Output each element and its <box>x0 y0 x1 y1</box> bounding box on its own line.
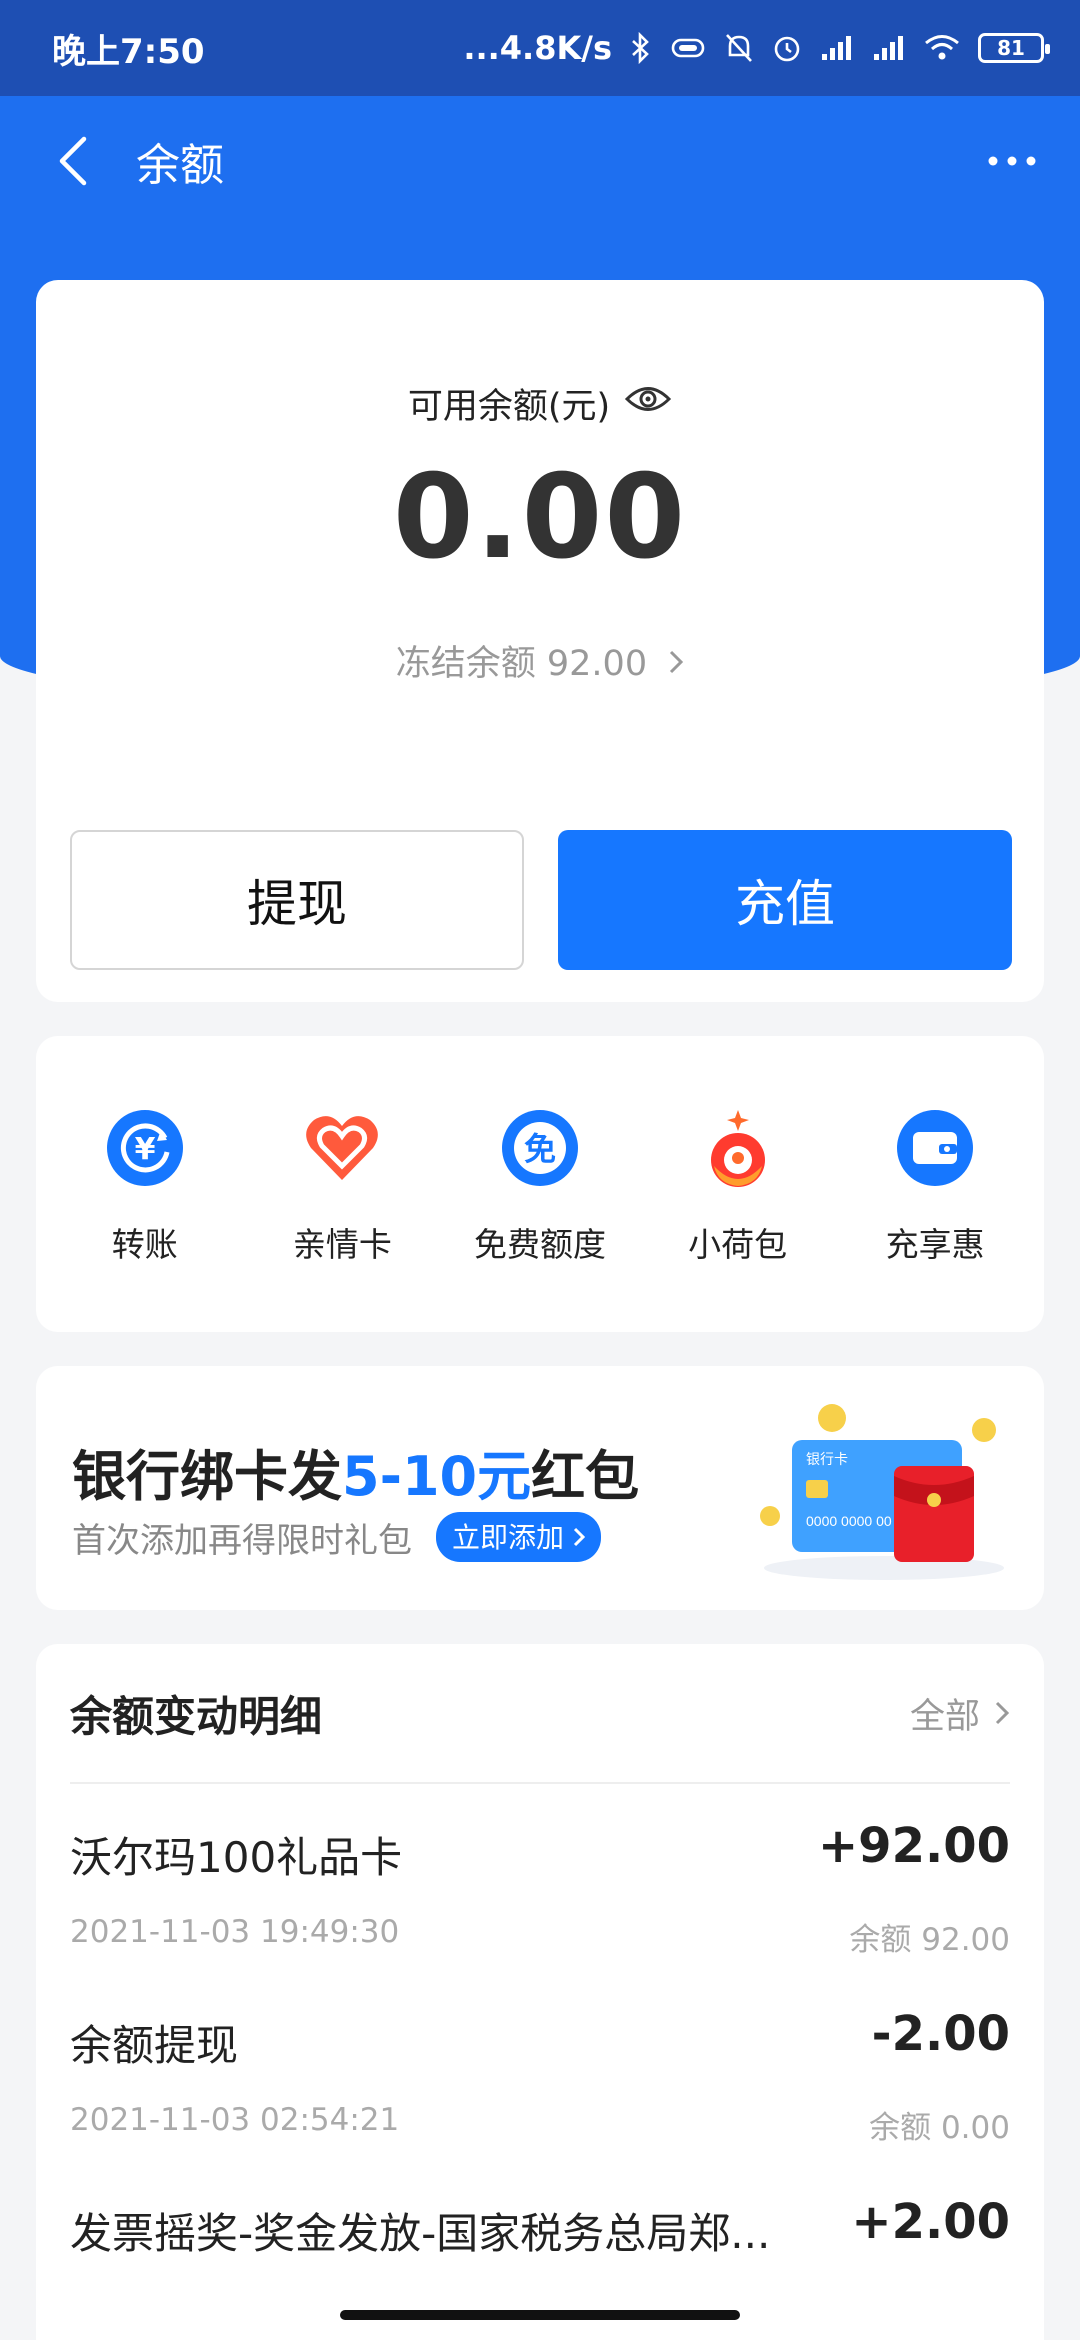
more-button[interactable] <box>972 121 1052 201</box>
transfer-icon: ¥ <box>105 1108 185 1188</box>
status-time: 晚上7:50 <box>52 31 205 72</box>
back-button[interactable] <box>28 116 118 206</box>
status-bar: 晚上7:50 ...4.8K/s 81 <box>0 0 1080 96</box>
battery-icon: 81 <box>978 33 1050 63</box>
balance-label-row: 可用余额(元) <box>36 378 1044 429</box>
promo-title: 银行绑卡发5-10元红包 <box>72 1432 639 1511</box>
signal-hd-icon <box>872 34 906 62</box>
balance-amount: 0.00 <box>392 450 688 585</box>
chevron-right-icon <box>995 1701 1010 1725</box>
status-icons: ...4.8K/s 81 <box>463 29 1050 67</box>
promo-subtitle: 首次添加再得限时礼包 <box>72 1520 412 1561</box>
withdraw-button[interactable]: 提现 <box>70 830 524 970</box>
bluetooth-icon <box>630 32 652 64</box>
promo-title-suffix: 红包 <box>531 1445 640 1508</box>
transaction-amount: +92.00 <box>817 1818 1010 1874</box>
pouch-icon <box>698 1108 778 1188</box>
service-label: 转账 <box>111 1225 178 1264</box>
recharge-button[interactable]: 充值 <box>558 830 1012 970</box>
free-icon: 免 <box>500 1108 580 1188</box>
transaction-name: 余额提现 <box>70 2021 239 2070</box>
service-label: 小荷包 <box>688 1225 788 1264</box>
svg-text:¥: ¥ <box>134 1132 155 1167</box>
promo-add-button[interactable]: 立即添加 <box>436 1512 601 1562</box>
service-label: 免费额度 <box>473 1225 606 1264</box>
transaction-amount: -2.00 <box>871 2006 1010 2062</box>
chevron-left-icon <box>59 136 87 186</box>
details-all-link[interactable]: 全部 <box>910 1688 1010 1739</box>
transaction-name: 沃尔玛100礼品卡 <box>70 1833 403 1882</box>
chevron-right-icon <box>668 644 684 684</box>
service-label: 充享惠 <box>885 1225 985 1264</box>
balance-card: 可用余额(元) 0.00 冻结余额 92.00 提现 充值 <box>36 280 1044 1002</box>
alarm-icon <box>772 32 802 64</box>
signal-icon <box>820 34 854 62</box>
chevron-right-icon <box>573 1527 586 1547</box>
svg-text:免: 免 <box>524 1130 556 1168</box>
transaction-time: 2021-11-03 02:54:21 <box>70 2102 400 2138</box>
home-indicator[interactable] <box>340 2310 740 2320</box>
transaction-time: 2021-11-03 19:49:30 <box>70 1914 400 1950</box>
frozen-balance-link[interactable]: 冻结余额 92.00 <box>36 635 1044 686</box>
eye-icon[interactable] <box>624 382 672 425</box>
details-title: 余额变动明细 <box>70 1691 323 1741</box>
card-label: 银行卡 <box>806 1451 848 1467</box>
network-speed: ...4.8K/s <box>463 29 612 67</box>
service-recharge-benefit[interactable]: 充享惠 <box>840 1036 1030 1332</box>
promo-banner[interactable]: 银行绑卡发5-10元红包 首次添加再得限时礼包 立即添加 银行卡 0000 00… <box>36 1366 1044 1610</box>
nav-bar: 余额 <box>0 96 1080 226</box>
details-all-label: 全部 <box>909 1696 980 1737</box>
transaction-row[interactable]: 沃尔玛100礼品卡 +92.00 2021-11-03 19:49:30 余额 … <box>70 1794 1010 1984</box>
service-transfer[interactable]: ¥ 转账 <box>50 1036 240 1332</box>
page-title: 余额 <box>136 140 224 191</box>
transaction-name: 发票摇奖-奖金发放-国家税务总局郑... <box>70 2209 771 2258</box>
balance-details-card: 余额变动明细 全部 沃尔玛100礼品卡 +92.00 2021-11-03 19… <box>36 1644 1044 2340</box>
balance-label: 可用余额(元) <box>407 387 611 427</box>
heart-icon <box>302 1108 382 1188</box>
promo-add-label: 立即添加 <box>452 1521 565 1554</box>
transaction-balance: 余额 0.00 <box>869 2110 1010 2146</box>
promo-title-highlight: 5-10元 <box>342 1445 532 1508</box>
service-family-card[interactable]: 亲情卡 <box>247 1036 437 1332</box>
service-label: 亲情卡 <box>292 1225 392 1264</box>
bank-card-illustration: 银行卡 0000 0000 00 <box>734 1396 1014 1586</box>
card-number: 0000 0000 00 <box>806 1513 892 1529</box>
service-free-quota[interactable]: 免 免费额度 <box>445 1036 635 1332</box>
more-icon <box>988 156 1036 166</box>
frozen-balance-text: 冻结余额 92.00 <box>395 644 648 684</box>
transaction-balance: 余额 92.00 <box>849 1922 1010 1958</box>
service-pouch[interactable]: 小荷包 <box>643 1036 833 1332</box>
mute-icon <box>724 32 754 64</box>
transaction-amount: +2.00 <box>851 2194 1010 2250</box>
promo-subtitle-row: 首次添加再得限时礼包 立即添加 <box>72 1512 601 1562</box>
transaction-row[interactable]: 余额提现 -2.00 2021-11-03 02:54:21 余额 0.00 <box>70 1982 1010 2172</box>
services-card: ¥ 转账 亲情卡 免 免费额度 小荷包 充享惠 <box>36 1036 1044 1332</box>
promo-title-prefix: 银行绑卡发 <box>72 1445 342 1508</box>
wallet-icon <box>895 1108 975 1188</box>
vibrate-icon <box>670 36 706 60</box>
details-header: 余额变动明细 全部 <box>70 1644 1010 1784</box>
wifi-icon <box>924 34 960 62</box>
